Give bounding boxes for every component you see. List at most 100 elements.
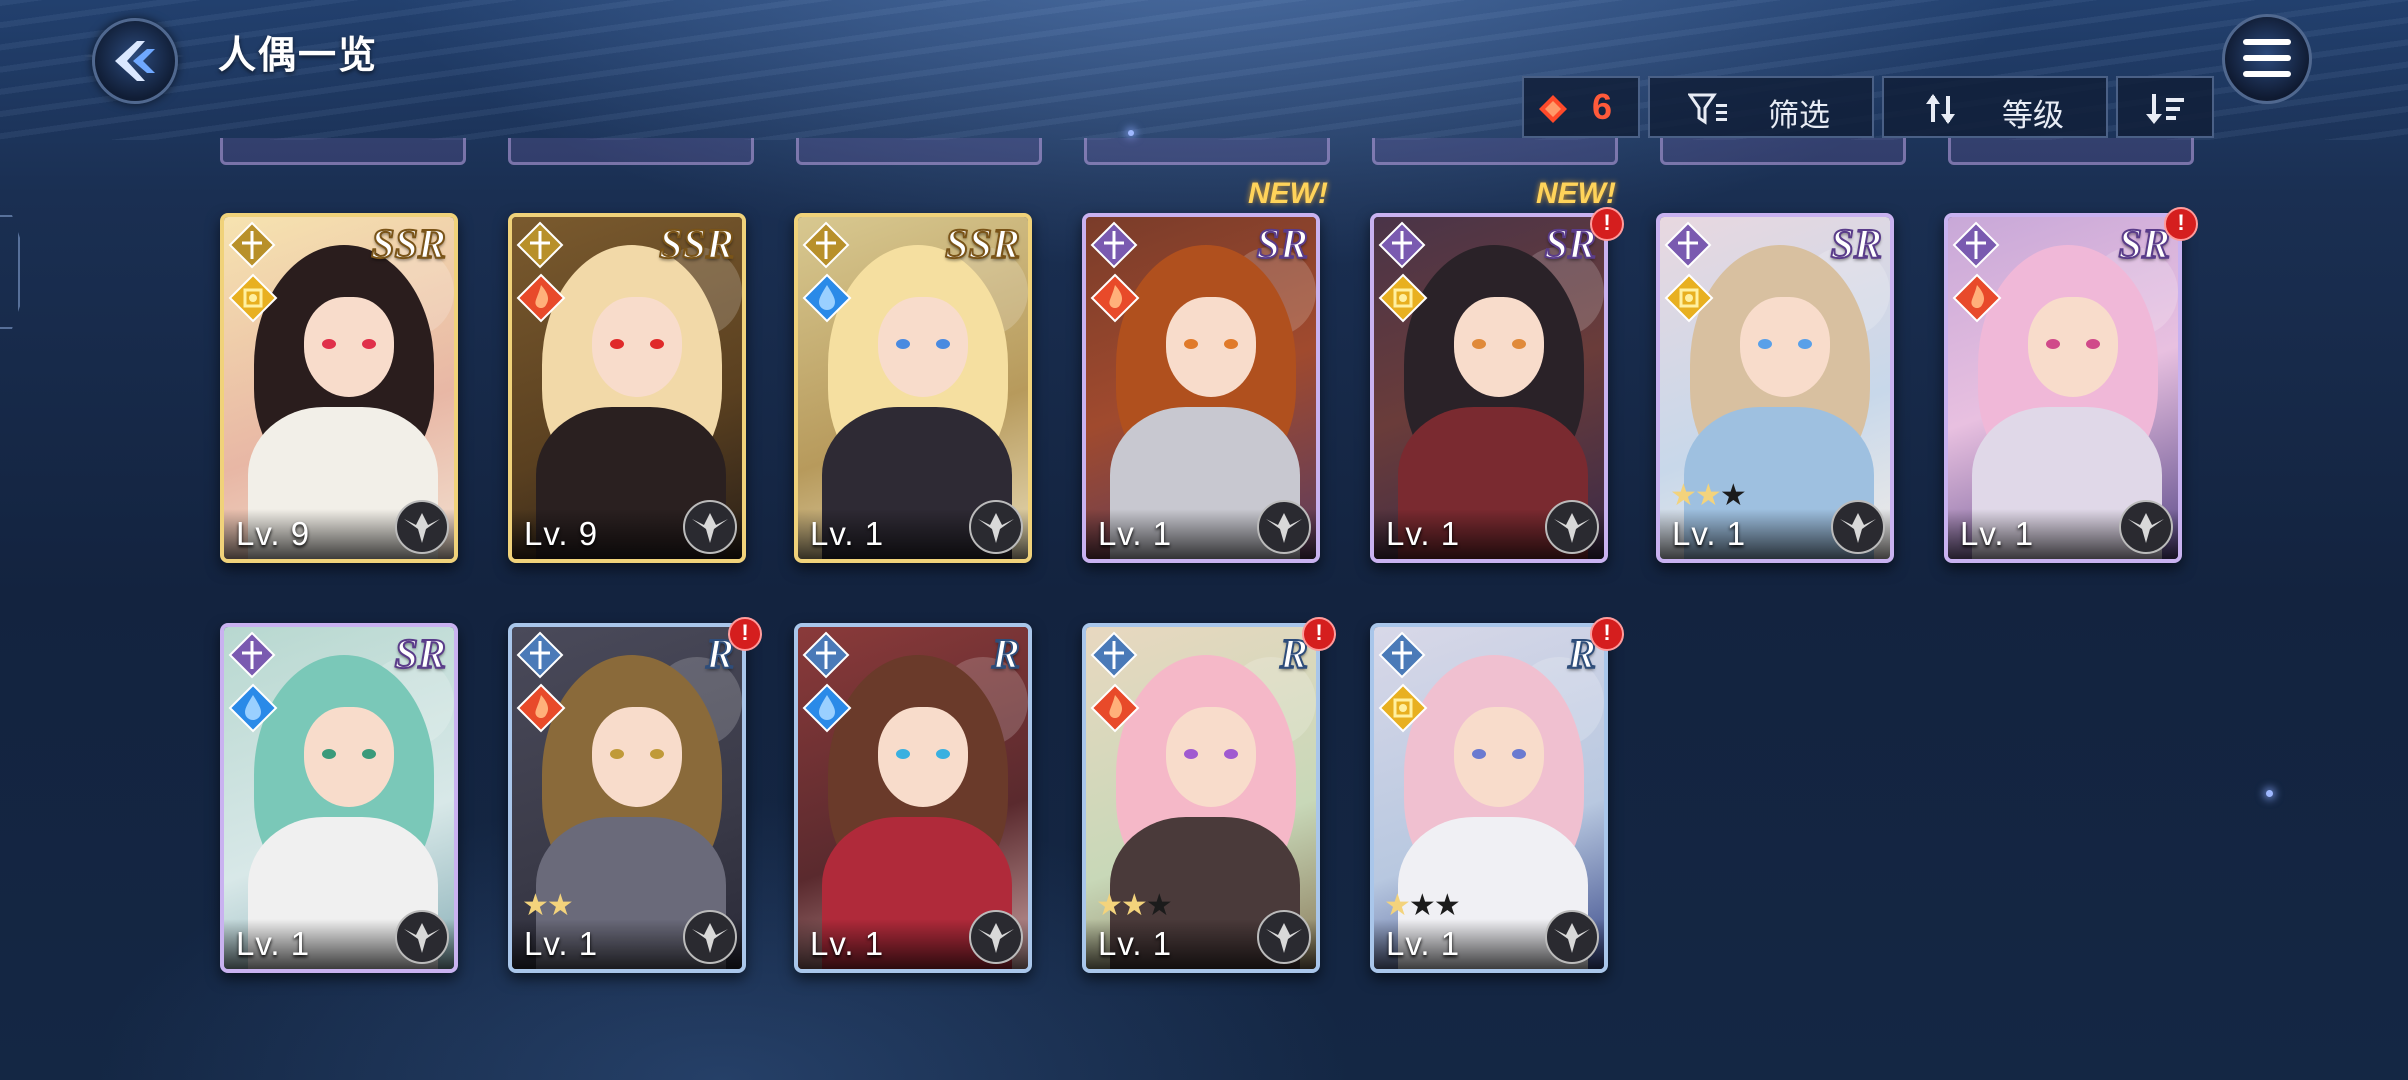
- faction-emblem-icon: [1831, 500, 1885, 554]
- level-label: Lv. 1: [810, 515, 885, 552]
- level-label: Lv. 1: [1386, 515, 1461, 552]
- level-label: Lv. 1: [1098, 515, 1173, 552]
- doll-card[interactable]: SR Lv. 1: [1370, 213, 1608, 563]
- faction-emblem-icon: [1257, 910, 1311, 964]
- doll-card[interactable]: SSR Lv. 9: [220, 213, 458, 563]
- faction-emblem-icon: [2119, 500, 2173, 554]
- star-filled-icon: ★: [1384, 889, 1411, 922]
- doll-card[interactable]: SSR Lv. 1: [794, 213, 1032, 563]
- doll-card-slot: SR Lv. 1!: [1944, 207, 2198, 563]
- doll-card-slot: SSR Lv. 1: [794, 213, 1032, 563]
- rarity-label: SSR: [658, 221, 735, 269]
- class-icon: [516, 221, 564, 269]
- doll-card-slot: R Lv. 1 ★★★!: [1082, 617, 1336, 973]
- doll-card[interactable]: R Lv. 1 ★★★: [1370, 623, 1608, 973]
- sort-order-button[interactable]: [2116, 76, 2214, 138]
- rarity-label: R: [991, 631, 1021, 679]
- doll-card[interactable]: R Lv. 1 ★★: [508, 623, 746, 973]
- faction-emblem-icon: [683, 910, 737, 964]
- sort-descending-icon: [2146, 94, 2184, 124]
- faction-emblem-icon: [1257, 500, 1311, 554]
- hamburger-icon: [2243, 39, 2291, 77]
- level-label: Lv. 1: [1672, 515, 1747, 552]
- class-icon: [1378, 631, 1426, 679]
- rarity-label: SR: [394, 631, 447, 679]
- star-filled-icon: ★: [1694, 479, 1722, 512]
- doll-card[interactable]: R Lv. 1: [794, 623, 1032, 973]
- doll-card[interactable]: SR Lv. 1 ★★★: [1656, 213, 1894, 563]
- class-icon: [516, 631, 564, 679]
- sort-label: 等级: [2002, 98, 2064, 133]
- star-empty-icon: ★: [1719, 479, 1747, 512]
- star-empty-icon: ★: [1408, 889, 1436, 922]
- star-rating: ★★: [522, 888, 574, 923]
- class-icon: [228, 221, 276, 269]
- background-sparkle: [1128, 130, 1134, 136]
- fire-element-icon: [516, 273, 566, 323]
- back-button[interactable]: [92, 18, 178, 104]
- sort-by-level-button[interactable]: 等级: [1882, 76, 2108, 138]
- doll-card[interactable]: SR Lv. 1: [1082, 213, 1320, 563]
- light-element-icon: [1378, 683, 1428, 733]
- doll-card-slot: R Lv. 1 ★★!: [508, 617, 762, 973]
- new-tag: NEW!: [1248, 177, 1328, 210]
- water-element-icon: [228, 683, 278, 733]
- side-tab-edge[interactable]: [0, 215, 20, 329]
- rarity-label: SR: [1830, 221, 1883, 269]
- class-icon: [1664, 221, 1712, 269]
- fire-element-icon: [1090, 683, 1140, 733]
- new-tag: NEW!: [1536, 177, 1616, 210]
- previous-row-card: [1948, 138, 2194, 165]
- doll-card-slot: SSR Lv. 9: [508, 213, 746, 563]
- previous-row-card: [220, 138, 466, 165]
- rarity-label: SSR: [370, 221, 447, 269]
- star-rating: ★★★: [1096, 888, 1173, 923]
- alert-badge: !: [2164, 207, 2198, 241]
- back-arrow-icon: [115, 41, 155, 81]
- doll-card-slot: SR Lv. 1 NEW!: [1082, 177, 1328, 563]
- alert-badge: !: [1590, 207, 1624, 241]
- class-icon: [1952, 221, 2000, 269]
- class-icon: [1090, 221, 1138, 269]
- class-icon: [1378, 221, 1426, 269]
- class-icon: [1090, 631, 1138, 679]
- menu-button[interactable]: [2222, 14, 2312, 104]
- faction-emblem-icon: [395, 500, 449, 554]
- level-label: Lv. 1: [810, 925, 885, 962]
- doll-card-slot: SR Lv. 1 ★★★: [1656, 213, 1894, 563]
- alert-badge: !: [728, 617, 762, 651]
- rarity-label: SR: [1256, 221, 1309, 269]
- star-filled-icon: ★: [1120, 889, 1148, 922]
- new-count-value: 6: [1592, 86, 1613, 127]
- star-rating: ★★★: [1670, 478, 1747, 513]
- level-label: Lv. 9: [236, 515, 311, 552]
- fire-element-icon: [516, 683, 566, 733]
- previous-row-card: [796, 138, 1042, 165]
- water-element-icon: [802, 683, 852, 733]
- class-icon: [802, 221, 850, 269]
- diamond-icon: [1539, 95, 1567, 123]
- filter-label: 筛选: [1768, 98, 1830, 133]
- page-title: 人偶一览: [218, 35, 379, 77]
- background-sparkle: [2266, 790, 2273, 797]
- filter-button[interactable]: 筛选: [1648, 76, 1874, 138]
- star-filled-icon: ★: [1096, 889, 1123, 922]
- new-count-badge: 6: [1522, 76, 1640, 138]
- light-element-icon: [228, 273, 278, 323]
- doll-card-slot: SSR Lv. 9: [220, 213, 458, 563]
- star-filled-icon: ★: [546, 889, 574, 922]
- level-label: Lv. 1: [524, 925, 599, 962]
- light-element-icon: [1378, 273, 1428, 323]
- rarity-label: SR: [1544, 221, 1597, 269]
- previous-row-card: [1660, 138, 1906, 165]
- doll-card[interactable]: R Lv. 1 ★★★: [1082, 623, 1320, 973]
- star-filled-icon: ★: [1670, 479, 1697, 512]
- level-label: Lv. 9: [524, 515, 599, 552]
- level-label: Lv. 1: [236, 925, 311, 962]
- star-filled-icon: ★: [522, 889, 549, 922]
- doll-card[interactable]: SR Lv. 1: [1944, 213, 2182, 563]
- faction-emblem-icon: [1545, 910, 1599, 964]
- doll-card[interactable]: SSR Lv. 9: [508, 213, 746, 563]
- doll-card[interactable]: SR Lv. 1: [220, 623, 458, 973]
- previous-row-card: [508, 138, 754, 165]
